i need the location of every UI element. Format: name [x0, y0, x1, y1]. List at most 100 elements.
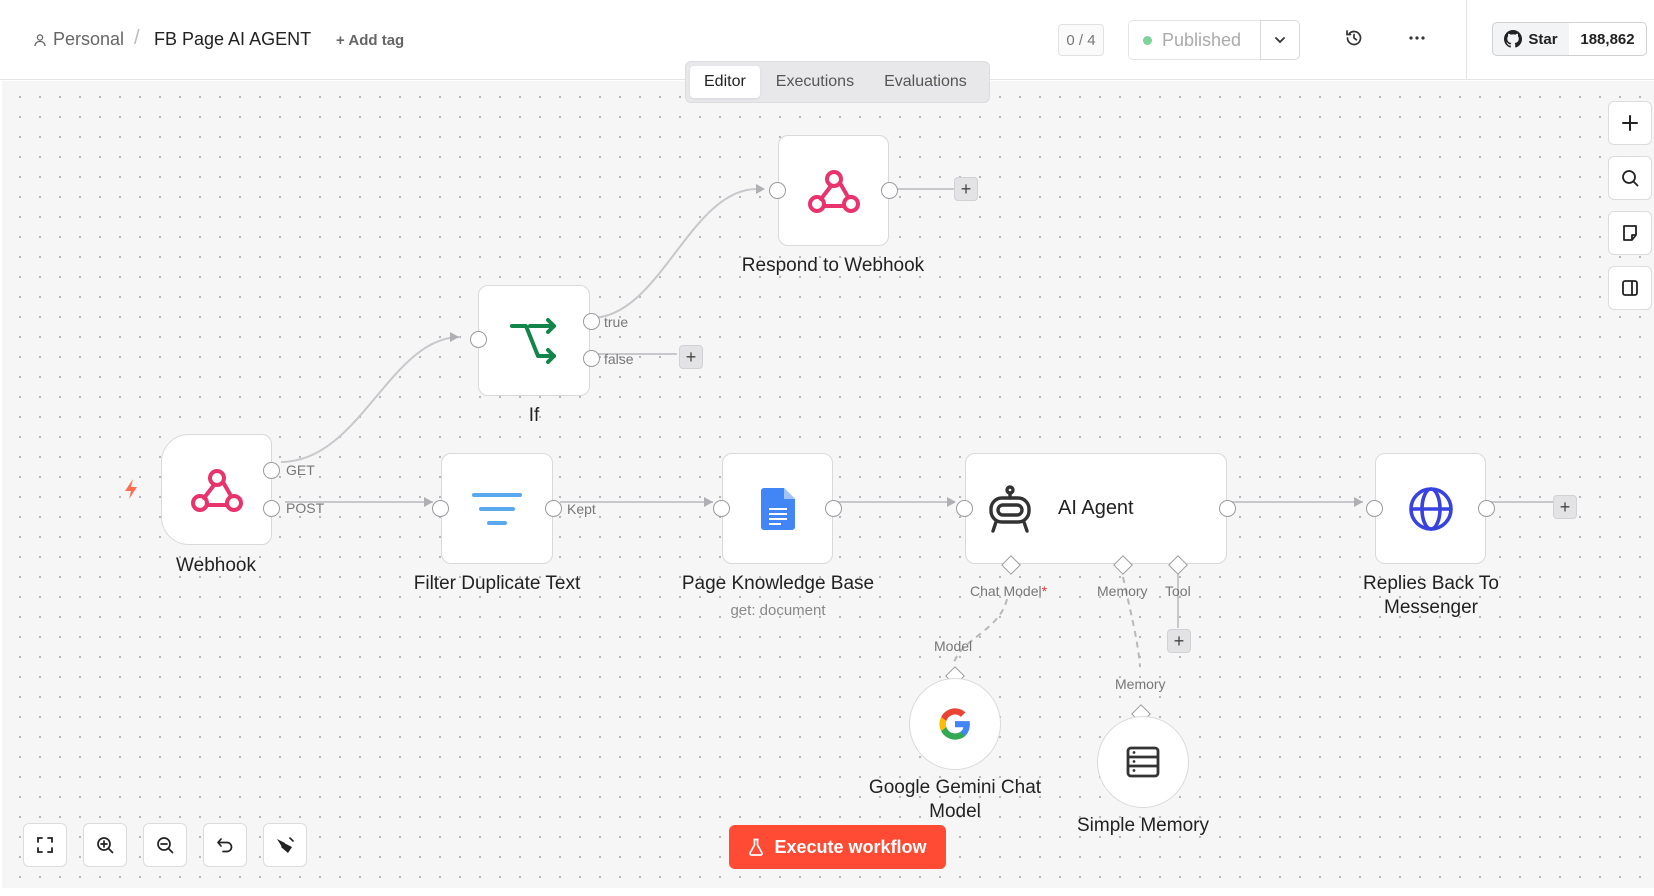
filter-kept-label: Kept — [567, 501, 596, 517]
branch-icon — [510, 317, 556, 364]
node-ai-agent[interactable]: AI Agent — [965, 453, 1227, 564]
knowledge-input[interactable] — [713, 500, 730, 517]
tab-executions[interactable]: Executions — [762, 66, 868, 98]
node-replies-back-to-messenger[interactable] — [1375, 453, 1486, 564]
tidy-up-button[interactable] — [263, 823, 307, 867]
add-node-button[interactable] — [1608, 101, 1652, 145]
trigger-bolt-icon — [125, 479, 137, 499]
chevron-down-icon — [1275, 37, 1285, 44]
execute-workflow-button[interactable]: Execute workflow — [729, 825, 946, 869]
zoom-out-button[interactable] — [143, 823, 187, 867]
memory-port-label: Memory — [1115, 676, 1166, 692]
filter-input[interactable] — [432, 500, 449, 517]
tab-evaluations[interactable]: Evaluations — [870, 66, 981, 98]
knowledge-subtitle: get: document — [730, 602, 826, 619]
replies-add-button[interactable]: + — [1553, 495, 1577, 519]
filter-kept-output[interactable] — [545, 500, 562, 517]
if-false-output[interactable] — [583, 350, 600, 367]
toggle-panel-button[interactable] — [1608, 266, 1652, 310]
view-tabs: Editor Executions Evaluations — [685, 61, 990, 103]
database-icon — [1126, 746, 1160, 778]
replies-output[interactable] — [1478, 500, 1495, 517]
webhook-icon — [190, 468, 243, 512]
if-input[interactable] — [470, 331, 487, 348]
add-tag-button[interactable]: + Add tag — [336, 32, 404, 49]
breadcrumb-personal[interactable]: Personal — [33, 29, 124, 50]
filter-label: Filter Duplicate Text — [413, 573, 581, 594]
respond-add-button[interactable]: + — [954, 177, 978, 201]
gemini-label: Google Gemini Chat Model — [850, 776, 1060, 824]
github-star-count[interactable]: 188,862 — [1569, 22, 1647, 56]
more-options-button[interactable] — [1408, 26, 1426, 52]
workflow-title[interactable]: FB Page AI AGENT — [154, 29, 311, 50]
if-true-output[interactable] — [583, 313, 600, 330]
filter-lines-icon — [472, 492, 522, 525]
gemini-label-line2: Model — [929, 801, 981, 822]
respond-output[interactable] — [881, 182, 898, 199]
replies-input[interactable] — [1366, 500, 1383, 517]
gemini-model-port-label: Model — [934, 638, 973, 654]
undo-button[interactable] — [203, 823, 247, 867]
memory-label: Simple Memory — [1077, 815, 1209, 836]
agent-label: AI Agent — [1058, 497, 1134, 519]
replies-label: Replies Back To Messenger — [1320, 572, 1542, 620]
fullscreen-icon — [37, 837, 53, 853]
knowledge-label: Page Knowledge Base — [681, 573, 875, 594]
replies-label-line1: Replies Back To — [1363, 573, 1499, 594]
tool-add-button[interactable]: + — [1167, 629, 1191, 653]
node-respond-to-webhook[interactable] — [778, 135, 889, 246]
publish-status-label: Published — [1162, 29, 1242, 50]
zoom-in-icon — [97, 837, 114, 854]
search-nodes-button[interactable] — [1608, 156, 1652, 200]
webhook-get-label: GET — [286, 462, 315, 478]
agent-tool-label: Tool — [1165, 583, 1191, 599]
flask-icon — [749, 838, 764, 856]
header-divider — [1466, 0, 1467, 80]
robot-icon — [989, 484, 1031, 533]
fit-view-button[interactable] — [23, 823, 67, 867]
agent-memory-label: Memory — [1097, 583, 1148, 599]
node-if[interactable] — [478, 285, 590, 396]
publish-button[interactable]: Published — [1128, 20, 1261, 60]
history-button[interactable] — [1344, 28, 1364, 53]
agent-output[interactable] — [1219, 500, 1236, 517]
replies-label-line2: Messenger — [1384, 597, 1478, 618]
webhook-icon — [807, 169, 860, 213]
published-status-dot — [1143, 35, 1152, 45]
chat-model-text: Chat Model — [970, 583, 1042, 599]
plus-icon — [1622, 115, 1638, 131]
github-icon — [1504, 30, 1523, 48]
google-g-icon — [939, 708, 970, 740]
execute-workflow-label: Execute workflow — [774, 836, 927, 857]
webhook-get-output[interactable] — [263, 462, 280, 479]
broom-icon — [277, 837, 294, 853]
google-docs-icon — [760, 487, 795, 530]
zoom-in-button[interactable] — [83, 823, 127, 867]
webhook-label: Webhook — [176, 555, 256, 576]
sticky-note-icon — [1623, 225, 1637, 241]
if-true-label: true — [604, 314, 629, 330]
node-filter-duplicate-text[interactable] — [441, 453, 553, 564]
node-simple-memory[interactable] — [1097, 716, 1189, 808]
node-google-gemini-chat-model[interactable] — [909, 678, 1001, 770]
gemini-label-line1: Google Gemini Chat — [868, 777, 1042, 798]
knowledge-output[interactable] — [825, 500, 842, 517]
webhook-post-label: POST — [286, 500, 325, 516]
tab-editor[interactable]: Editor — [690, 66, 760, 98]
webhook-post-output[interactable] — [263, 500, 280, 517]
node-page-knowledge-base[interactable] — [722, 453, 833, 564]
github-star-label: Star — [1528, 30, 1558, 48]
undo-icon — [217, 838, 233, 853]
ellipsis-icon — [1409, 36, 1425, 40]
agent-chat-model-label: Chat Model* — [970, 583, 1047, 599]
sticky-note-button[interactable] — [1608, 211, 1652, 255]
if-false-add-button[interactable]: + — [679, 345, 703, 369]
publish-dropdown-button[interactable] — [1260, 20, 1300, 60]
github-star-button[interactable]: Star — [1492, 22, 1570, 56]
if-false-label: false — [604, 351, 634, 367]
respond-label: Respond to Webhook — [741, 255, 925, 276]
agent-input[interactable] — [956, 500, 973, 517]
respond-input[interactable] — [769, 182, 786, 199]
panel-icon — [1622, 280, 1638, 296]
node-webhook[interactable] — [161, 434, 272, 545]
